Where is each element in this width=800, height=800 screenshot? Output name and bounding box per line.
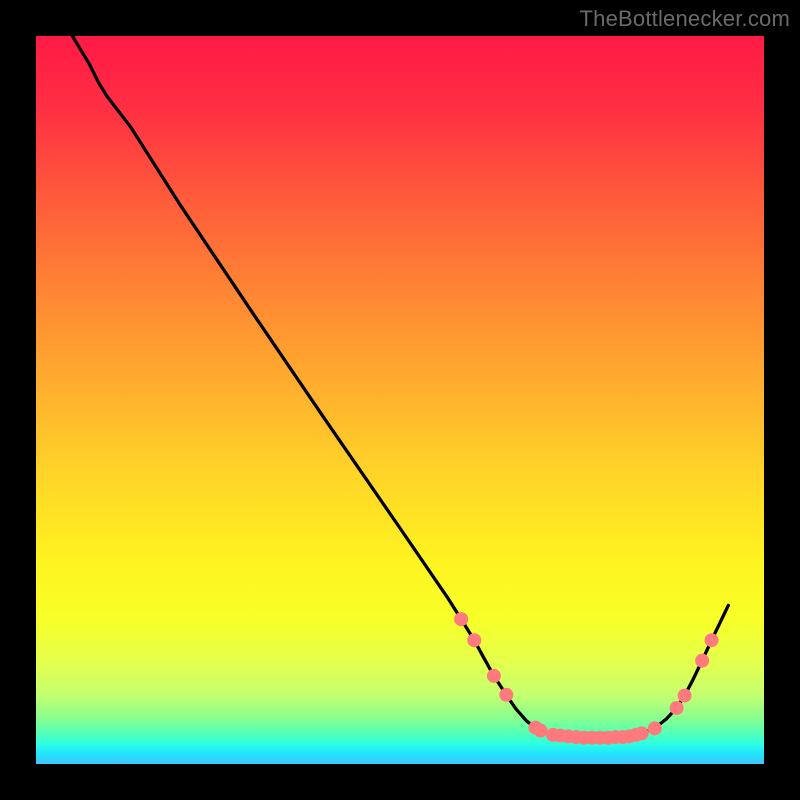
plot-area	[36, 36, 764, 764]
data-marker	[534, 724, 548, 738]
data-marker	[695, 654, 709, 668]
curve-layer	[36, 36, 764, 764]
data-marker	[670, 701, 684, 715]
data-marker	[467, 633, 481, 647]
data-markers	[454, 612, 718, 745]
data-marker	[454, 612, 468, 626]
chart-stage: TheBottlenecker.com	[0, 0, 800, 800]
watermark-text: TheBottlenecker.com	[580, 6, 790, 32]
data-marker	[678, 689, 692, 703]
data-marker	[635, 726, 649, 740]
data-marker	[705, 633, 719, 647]
bottleneck-curve	[72, 36, 728, 738]
data-marker	[648, 721, 662, 735]
data-marker	[487, 669, 501, 683]
data-marker	[499, 688, 513, 702]
